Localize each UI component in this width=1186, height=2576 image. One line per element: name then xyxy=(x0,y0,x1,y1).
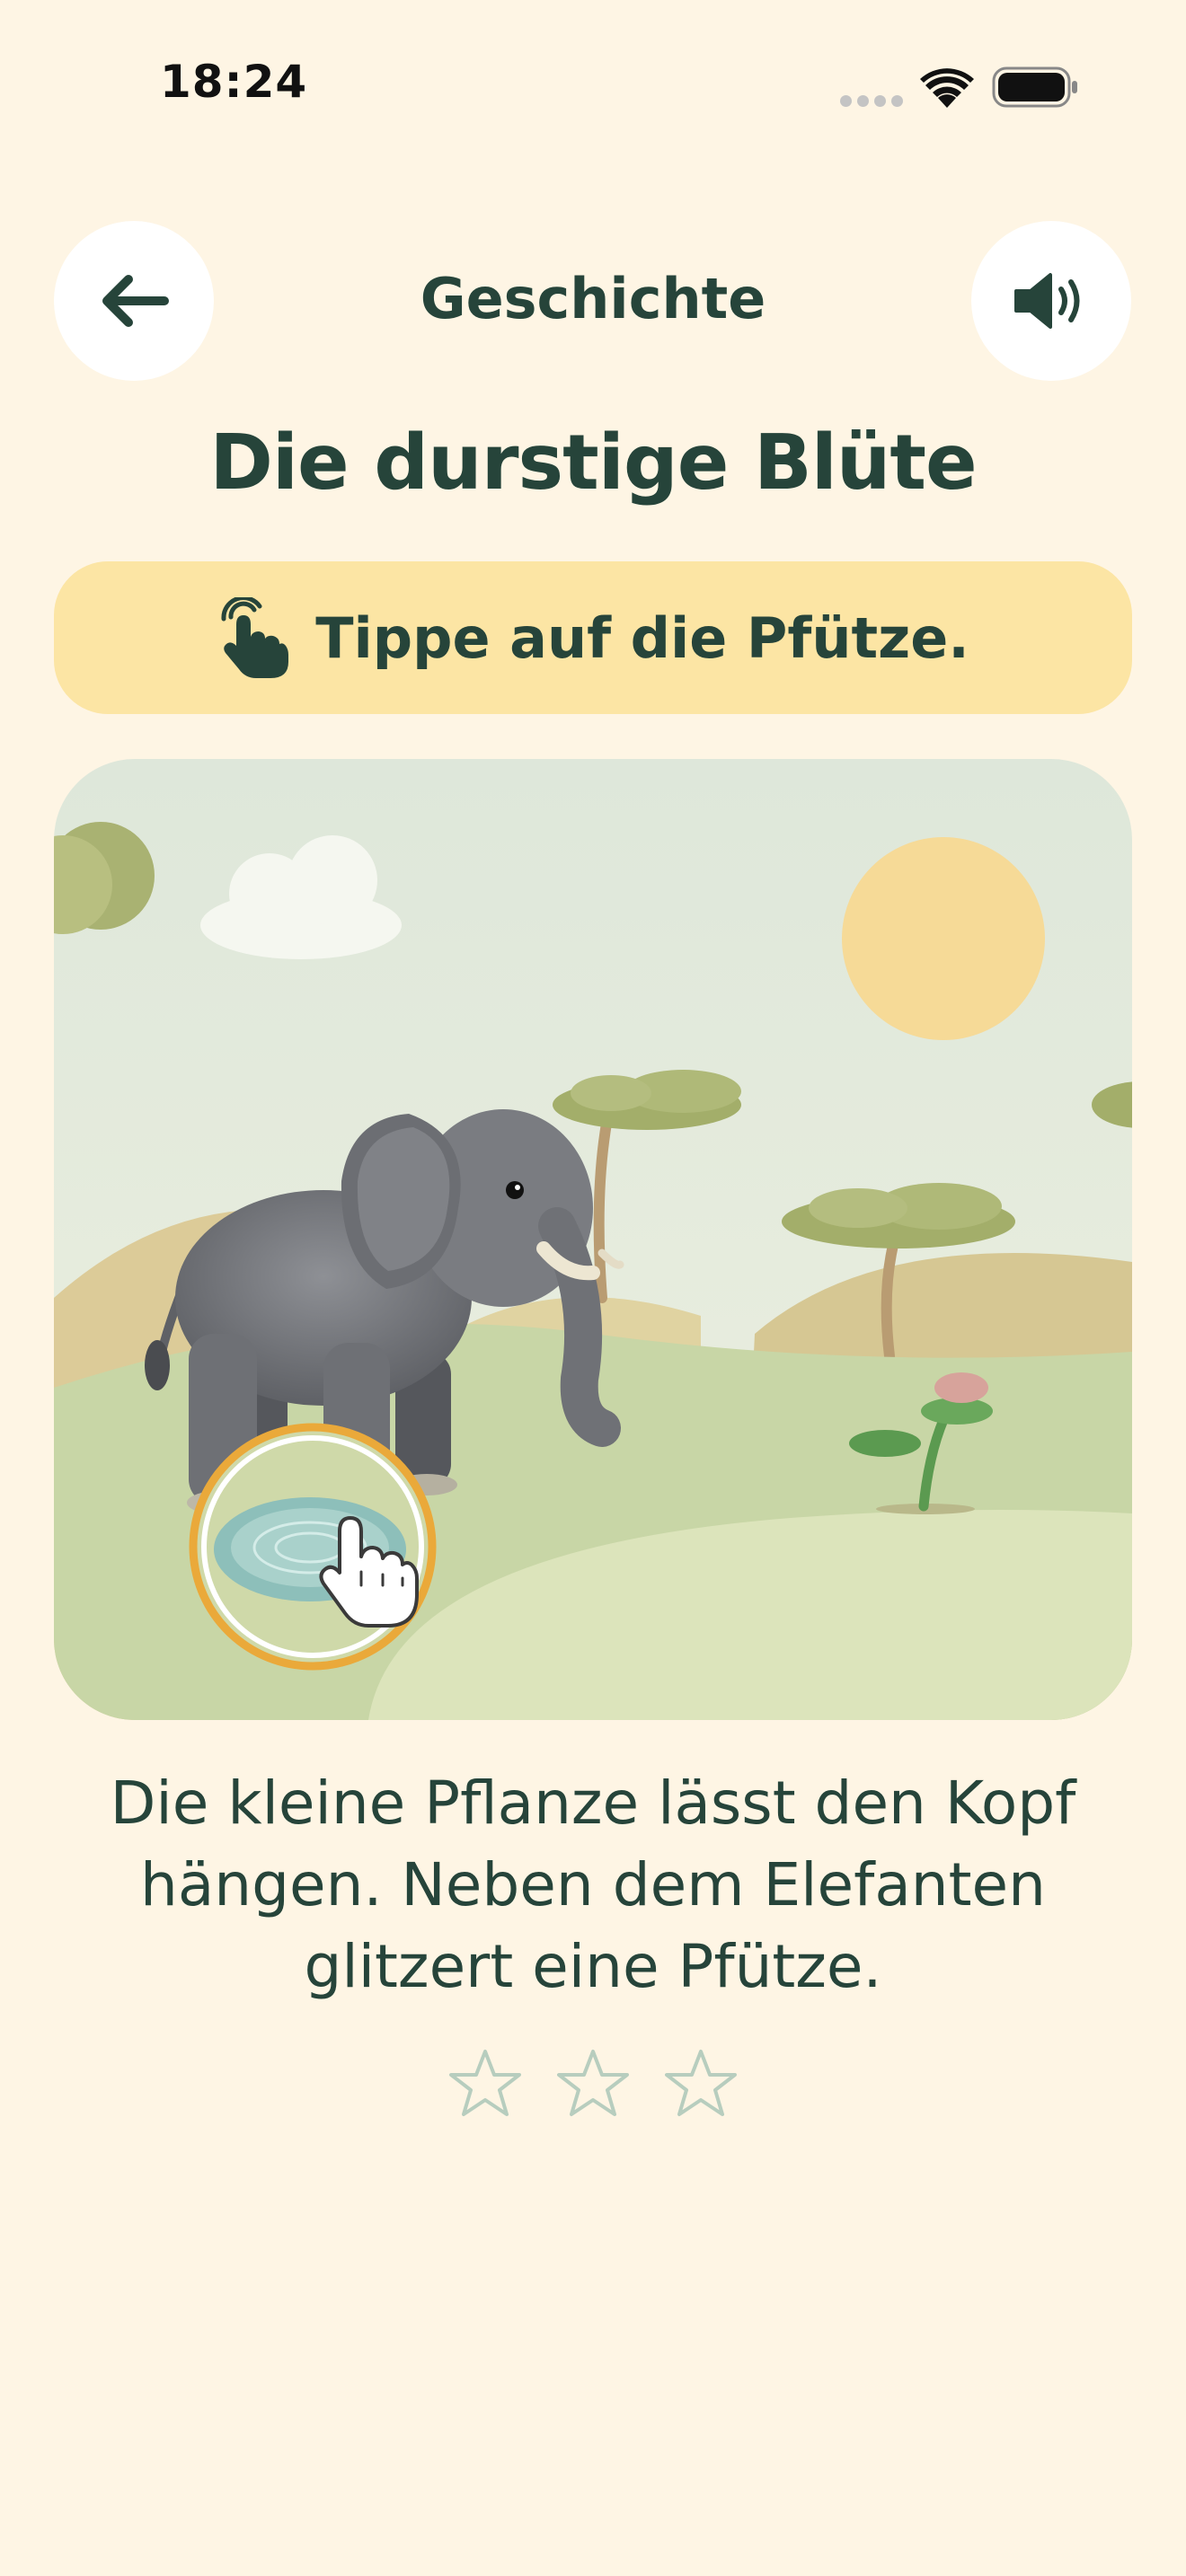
story-scene xyxy=(54,759,1132,1720)
tap-hand-icon xyxy=(221,597,289,678)
story-text: Die kleine Pflanze lässt den Kopf hängen… xyxy=(110,1769,1076,2001)
sound-button[interactable] xyxy=(971,221,1131,381)
wifi-icon xyxy=(920,68,974,111)
battery-icon xyxy=(992,66,1078,111)
story-title: Die durstige Blüte xyxy=(209,419,977,507)
signal-icon xyxy=(840,93,908,110)
star-icon xyxy=(665,2050,737,2116)
status-time: 18:24 xyxy=(160,56,308,108)
speaker-icon xyxy=(1014,273,1080,329)
star-rating xyxy=(0,2048,1186,2118)
instruction-banner: Tippe auf die Pfütze. xyxy=(54,561,1132,714)
instruction-text: Tippe auf die Pfütze. xyxy=(315,604,969,671)
puddle-target[interactable] xyxy=(189,1423,437,1671)
sun xyxy=(842,837,1045,1040)
star-icon xyxy=(449,2050,521,2116)
star-icon xyxy=(557,2050,629,2116)
